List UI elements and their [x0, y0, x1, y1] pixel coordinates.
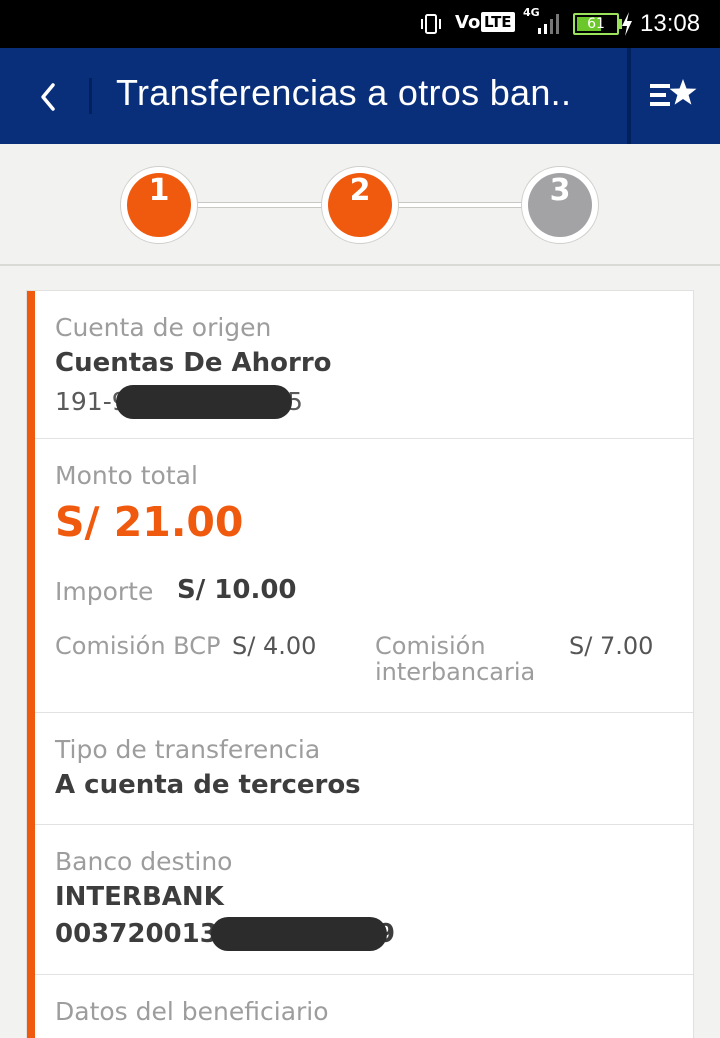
volte-label: Vo — [455, 12, 481, 33]
transfer-type-value: A cuenta de terceros — [55, 770, 361, 800]
step-number: 1 — [127, 173, 191, 237]
vibrate-icon — [421, 14, 441, 34]
header-divider — [627, 48, 631, 144]
favorites-button[interactable] — [640, 70, 704, 122]
step-number: 3 — [528, 173, 592, 237]
destination-bank-section: Banco destino INTERBANK 003720013 9 — [35, 825, 693, 975]
transfer-type-label: Tipo de transferencia — [55, 735, 321, 764]
header-divider — [89, 78, 92, 114]
amount-section: Monto total S/ 21.00 Importe S/ 10.00 Co… — [35, 439, 693, 713]
origin-account-type: Cuentas De Ahorro — [55, 348, 332, 378]
step-2: 2 — [321, 166, 399, 244]
app-header: Transferencias a otros ban.. — [0, 48, 720, 144]
lte-label: LTE — [481, 12, 515, 32]
battery-level: 61 — [587, 16, 605, 32]
signal-icon — [538, 14, 559, 34]
step-number: 2 — [328, 173, 392, 237]
progress-stepper: 1 2 3 — [0, 144, 720, 266]
card-accent-bar — [27, 291, 35, 1038]
total-label: Monto total — [55, 461, 198, 490]
origin-label: Cuenta de origen — [55, 313, 272, 342]
redacted-account-number — [211, 917, 387, 951]
step-3: 3 — [521, 166, 599, 244]
transfer-type-section: Tipo de transferencia A cuenta de tercer… — [35, 713, 693, 825]
total-amount: S/ 21.00 — [55, 498, 244, 546]
list-star-icon — [650, 79, 697, 106]
origin-account-section: Cuenta de origen Cuentas De Ahorro 191-9… — [35, 291, 693, 439]
importe-label: Importe — [55, 577, 154, 606]
destination-account-prefix: 003720013 — [55, 919, 218, 949]
bcp-fee-value: S/ 4.00 — [232, 632, 317, 660]
destination-bank-name: INTERBANK — [55, 882, 224, 912]
beneficiary-label: Datos del beneficiario — [55, 997, 329, 1026]
step-connector — [196, 202, 326, 208]
charging-icon — [622, 12, 632, 36]
interbank-fee-label-line1: Comisión — [375, 632, 486, 660]
step-connector — [396, 202, 526, 208]
back-button[interactable] — [20, 68, 80, 124]
interbank-fee-value: S/ 7.00 — [569, 632, 654, 660]
bcp-fee-label: Comisión BCP — [55, 632, 221, 660]
destination-label: Banco destino — [55, 847, 233, 876]
transfer-summary-card: Cuenta de origen Cuentas De Ahorro 191-9… — [26, 290, 694, 1038]
battery-icon: 61 — [573, 13, 619, 35]
chevron-left-icon — [41, 83, 55, 111]
clock: 13:08 — [640, 10, 701, 37]
beneficiary-section: Datos del beneficiario — [35, 975, 693, 1038]
status-bar: Vo LTE 4G 61 13:08 — [0, 0, 720, 48]
importe-value: S/ 10.00 — [177, 575, 297, 605]
interbank-fee-label-line2: interbancaria — [375, 658, 536, 686]
step-1: 1 — [120, 166, 198, 244]
redacted-account-number — [116, 385, 292, 419]
page-title: Transferencias a otros ban.. — [116, 72, 572, 113]
